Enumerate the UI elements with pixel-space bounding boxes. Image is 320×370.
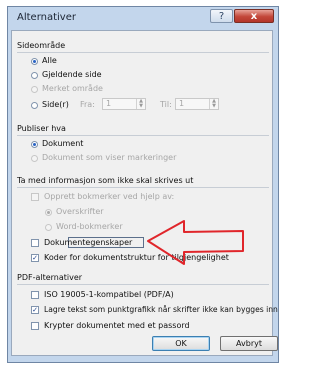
- screenshot-stage: Alternativer ? x Sideområde Alle Gjelden…: [0, 0, 286, 370]
- annotation-arrow-icon: [147, 220, 244, 265]
